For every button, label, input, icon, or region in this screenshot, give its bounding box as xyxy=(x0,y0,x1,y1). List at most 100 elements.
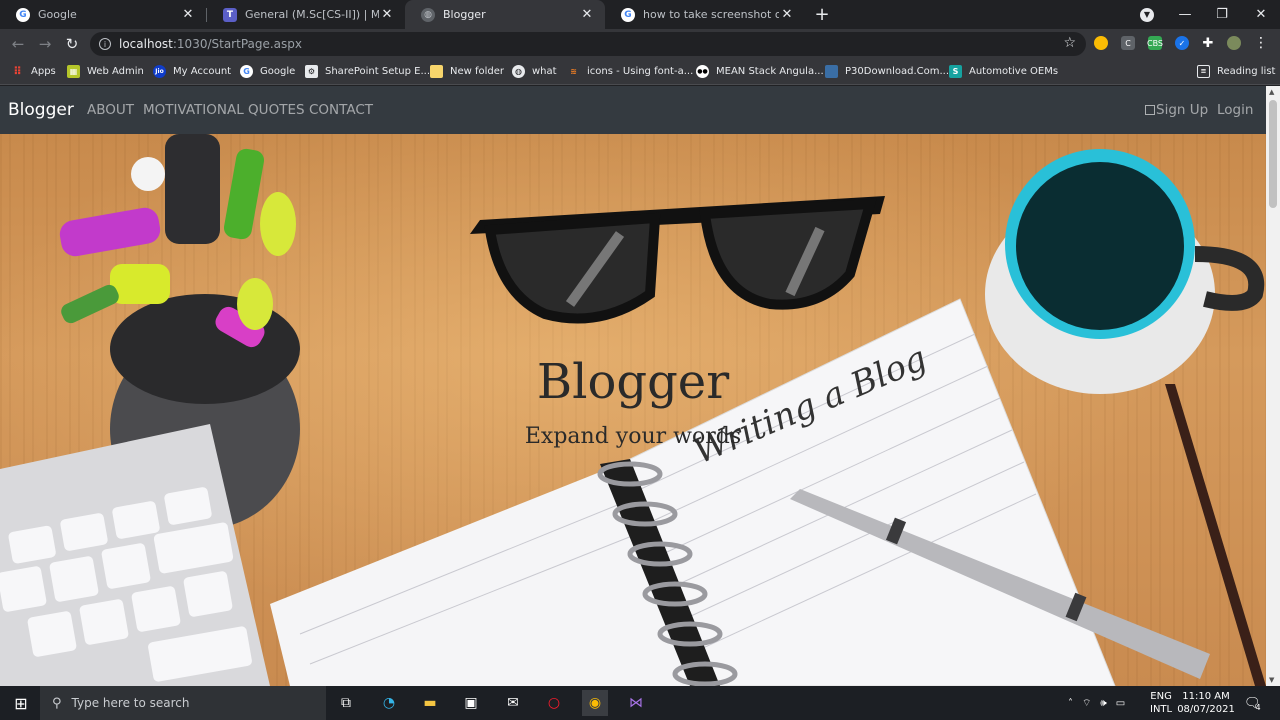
bookmark-google[interactable]: G Google xyxy=(240,63,295,79)
tab-blogger[interactable]: ◍ Blogger ✕ xyxy=(405,0,605,29)
chrome-icon[interactable]: ◉ xyxy=(582,690,608,716)
bookmark-label: Google xyxy=(260,65,296,77)
hero-title: Blogger xyxy=(536,354,730,410)
close-icon[interactable]: ✕ xyxy=(180,7,196,22)
code-extension-icon[interactable]: C xyxy=(1121,36,1135,50)
close-icon[interactable]: ✕ xyxy=(379,7,395,22)
wifi-icon[interactable]: ⌔ xyxy=(1082,697,1091,710)
chevron-up-icon[interactable]: ˄ xyxy=(1068,698,1073,709)
s-icon: S xyxy=(949,64,962,78)
visual-studio-icon[interactable]: ⋈ xyxy=(623,690,649,716)
check-extension-icon[interactable]: ✓ xyxy=(1175,36,1189,50)
user-icon xyxy=(1145,105,1155,115)
maximize-button[interactable]: ❐ xyxy=(1203,0,1241,29)
bookmark-automotive-oems[interactable]: S Automotive OEMs xyxy=(949,63,1058,79)
windows-start-icon[interactable]: ⊞ xyxy=(8,690,34,716)
google-icon: G xyxy=(16,7,30,22)
tab-title: General (M.Sc[CS-II]) | Microsoft xyxy=(245,8,379,21)
nav-motivational-quotes[interactable]: MOTIVATIONAL QUOTES xyxy=(143,102,305,118)
scroll-down-icon[interactable]: ▼ xyxy=(1269,676,1274,684)
edge-icon[interactable]: ◔ xyxy=(376,690,402,716)
microsoft-store-icon[interactable]: ▣ xyxy=(458,690,484,716)
cbs-extension-icon[interactable]: CBS xyxy=(1147,36,1163,50)
profile-avatar[interactable] xyxy=(1227,36,1241,50)
task-view-icon[interactable]: ⧉ xyxy=(333,690,359,716)
chevron-down-icon: ▼ xyxy=(1140,7,1154,22)
site-navbar: Blogger ABOUT MOTIVATIONAL QUOTES CONTAC… xyxy=(0,86,1266,134)
page-scrollbar[interactable]: ▲ ▼ xyxy=(1266,86,1280,686)
bookmark-what[interactable]: ◍ what xyxy=(512,63,557,79)
battery-icon[interactable]: ▭ xyxy=(1116,698,1125,709)
file-explorer-icon[interactable]: ▬ xyxy=(417,690,443,716)
stack-icon: ≋ xyxy=(570,66,577,76)
extensions-puzzle-icon[interactable]: ✚ xyxy=(1201,36,1215,51)
bookmark-apps[interactable]: ⠿ Apps xyxy=(11,63,56,79)
bookmark-my-account[interactable]: Jio My Account xyxy=(153,63,231,79)
volume-icon[interactable]: 🕪 xyxy=(1100,698,1106,709)
tab-screenshot-search[interactable]: G how to take screenshot on windo ✕ xyxy=(605,0,805,29)
forward-button[interactable]: → xyxy=(34,33,56,55)
bookmark-font-awesome[interactable]: ≋ icons - Using font-a... xyxy=(567,63,693,79)
url-text[interactable]: localhost:1030/StartPage.aspx xyxy=(119,37,302,51)
close-window-button[interactable]: ✕ xyxy=(1242,0,1280,29)
url-path: :1030/StartPage.aspx xyxy=(172,37,303,51)
tab-google[interactable]: G Google ✕ xyxy=(0,0,206,29)
scroll-up-icon[interactable]: ▲ xyxy=(1269,88,1274,96)
globe-icon: ◍ xyxy=(512,64,525,78)
language-indicator[interactable]: ENG INTL xyxy=(1150,686,1172,720)
nav-signup[interactable]: Sign Up xyxy=(1145,102,1208,118)
jio-icon: Jio xyxy=(153,64,166,78)
bookmark-p30download[interactable]: P30Download.Com... xyxy=(825,63,949,79)
navbar-brand[interactable]: Blogger xyxy=(8,100,74,120)
coffee xyxy=(1016,162,1184,330)
scrollbar-thumb[interactable] xyxy=(1269,100,1277,208)
bookmark-web-admin[interactable]: ▦ Web Admin xyxy=(67,63,144,79)
bookmark-star-icon[interactable]: ☆ xyxy=(1063,35,1076,51)
close-icon[interactable]: ✕ xyxy=(779,7,795,22)
bookmark-new-folder[interactable]: New folder xyxy=(430,63,504,79)
bookmark-label: what xyxy=(532,65,557,77)
color-picker-extension-icon[interactable] xyxy=(1094,36,1108,50)
nav-contact[interactable]: CONTACT xyxy=(309,102,373,118)
opera-icon[interactable]: ○ xyxy=(541,690,567,716)
bookmark-label: New folder xyxy=(450,65,505,77)
hero-subtitle: Expand your words xyxy=(524,424,742,449)
bookmark-mean-stack[interactable]: ●● MEAN Stack Angula... xyxy=(696,63,824,79)
green-marker xyxy=(223,148,265,240)
language-code: ENG xyxy=(1150,691,1172,702)
mail-icon[interactable]: ✉ xyxy=(500,690,526,716)
bookmark-label: icons - Using font-a... xyxy=(587,65,694,77)
url-host: localhost xyxy=(119,37,173,51)
web-page: Blogger ABOUT MOTIVATIONAL QUOTES CONTAC… xyxy=(0,86,1266,686)
new-tab-button[interactable]: + xyxy=(803,0,841,29)
address-bar[interactable]: i localhost:1030/StartPage.aspx ☆ xyxy=(90,32,1086,56)
clock-time: 11:10 AM xyxy=(1182,691,1230,702)
keyboard-key xyxy=(101,543,151,589)
hero-banner: Writing a Blog Blogger Expand your words xyxy=(0,134,1266,686)
keyboard-layout: INTL xyxy=(1150,704,1173,715)
bookmark-sharepoint[interactable]: ⚙ SharePoint Setup E... xyxy=(305,63,430,79)
clock[interactable]: 11:10 AM 08/07/2021 xyxy=(1177,686,1235,720)
minimize-button[interactable]: — xyxy=(1166,0,1204,29)
taskbar-search-box[interactable]: ⚲ Type here to search xyxy=(40,686,326,720)
reading-list-button[interactable]: ≡ Reading list xyxy=(1197,63,1275,79)
menu-kebab-icon[interactable]: ⋮ xyxy=(1254,35,1268,51)
notification-center-button[interactable]: 🗨 4 xyxy=(1244,686,1261,720)
black-marker xyxy=(165,134,220,244)
reload-button[interactable]: ↻ xyxy=(61,33,83,55)
info-icon[interactable]: i xyxy=(99,38,111,50)
google-icon: G xyxy=(621,7,635,22)
bookmark-label: My Account xyxy=(173,65,232,77)
yellow-tape xyxy=(260,192,296,256)
bookmark-label: P30Download.Com... xyxy=(845,65,950,77)
back-button[interactable]: ← xyxy=(7,33,29,55)
windows-taskbar: ⊞ ⚲ Type here to search ⧉ ◔ ▬ ▣ ✉ ○ ◉ ⋈ … xyxy=(0,686,1280,720)
nav-about[interactable]: ABOUT xyxy=(87,102,134,118)
search-placeholder: Type here to search xyxy=(71,696,190,710)
close-icon[interactable]: ✕ xyxy=(579,7,595,22)
tab-teams[interactable]: T General (M.Sc[CS-II]) | Microsoft ✕ xyxy=(207,0,405,29)
reload-icon: ↻ xyxy=(65,35,79,53)
tab-search-button[interactable]: ▼ xyxy=(1128,0,1166,29)
webadmin-icon: ▦ xyxy=(67,64,80,78)
nav-login[interactable]: Login xyxy=(1217,102,1253,118)
